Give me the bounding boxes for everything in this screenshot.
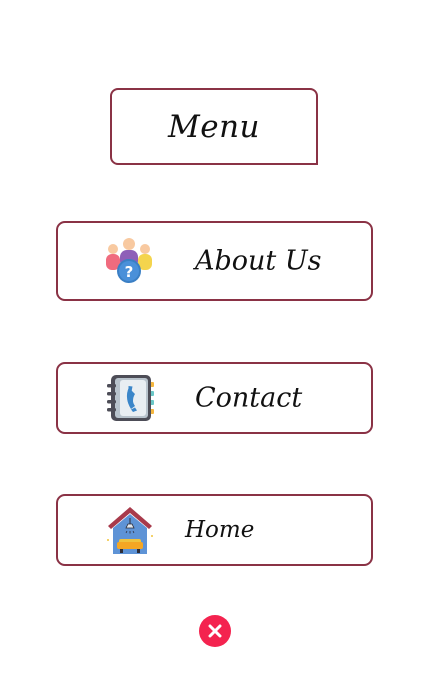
- close-icon: [208, 624, 222, 638]
- team-question-icon: ?: [104, 235, 154, 287]
- menu-item-label: About Us: [195, 245, 322, 277]
- menu-item-label: Home: [185, 517, 255, 543]
- menu-item-about-us[interactable]: ? About Us: [56, 221, 373, 301]
- menu-item-label: Contact: [195, 382, 303, 414]
- menu-title: Menu: [167, 108, 261, 145]
- menu-item-home[interactable]: Home: [56, 494, 373, 566]
- menu-item-contact[interactable]: Contact: [56, 362, 373, 434]
- close-button[interactable]: [199, 615, 231, 647]
- svg-text:?: ?: [125, 263, 134, 281]
- house-icon: [105, 504, 155, 556]
- phone-book-icon: [105, 372, 155, 424]
- menu-title-box: Menu: [110, 88, 318, 165]
